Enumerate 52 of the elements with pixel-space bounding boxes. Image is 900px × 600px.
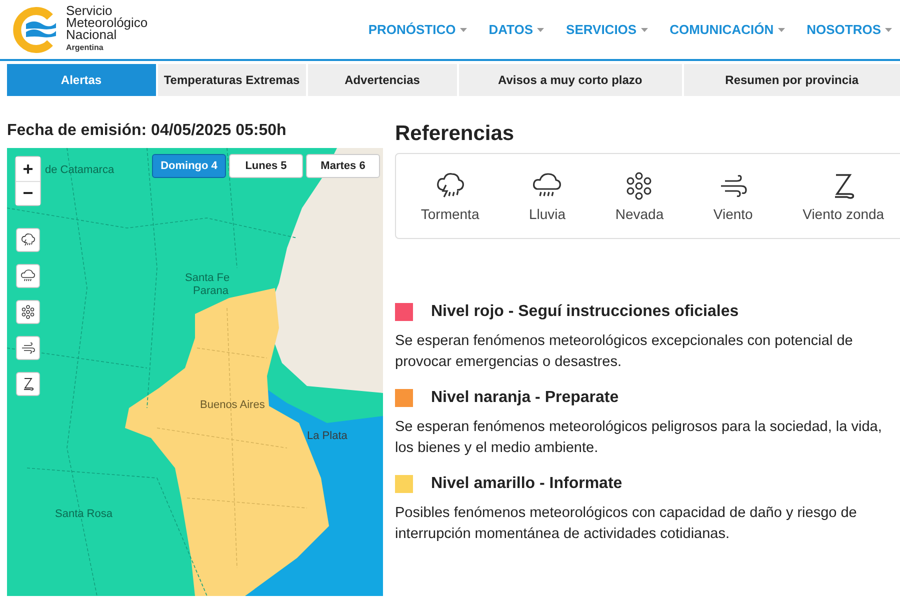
level-description: Se esperan fenómenos meteorológicos peligrosos para la sociedad, la vida, los bienes y el medio ambiente. <box>395 418 883 458</box>
nav-menu-item[interactable]: SERVICIOS <box>566 22 648 37</box>
nav-menu-item[interactable]: DATOS <box>488 22 544 37</box>
level-description: Se esperan fenómenos meteorológicos excepcionales con potencial de provocar emergencias o desastres. <box>395 332 854 372</box>
logo-icon <box>12 6 58 52</box>
level-description: Posibles fenómenos meteorológicos con capacidad de daño y riesgo de interrupción momentánea de actividades cotidianas. <box>395 504 858 544</box>
nav-menu-item[interactable]: NOSOTROS <box>806 22 892 37</box>
map-place-label: La Plata <box>307 430 348 442</box>
layer-button[interactable] <box>16 264 40 288</box>
storm-icon <box>20 232 36 248</box>
caret-icon <box>885 28 892 32</box>
snowflake-icon <box>20 304 36 320</box>
tab[interactable]: Alertas <box>7 64 156 96</box>
reference-label: Viento zonda <box>802 206 884 222</box>
tab[interactable]: Advertencias <box>308 64 456 96</box>
caret-icon <box>537 28 544 32</box>
nav-menu-item[interactable]: COMUNICACIÓN <box>670 22 785 37</box>
emission-date: Fecha de emisión: 04/05/2025 05:50h <box>7 122 288 141</box>
level-title: Nivel rojo - Seguí instrucciones oficiales <box>431 303 739 321</box>
map-place-label: Parana <box>193 285 228 297</box>
logo-country: Argentina <box>66 42 104 54</box>
caret-icon <box>778 28 785 32</box>
reference-label: Tormenta <box>420 206 480 222</box>
map-place-label: Santa Fe <box>185 272 230 284</box>
reference-label: Viento <box>713 206 753 222</box>
layer-button[interactable] <box>16 228 40 252</box>
level-title: Nivel naranja - Preparate <box>431 389 619 407</box>
logo-text: Meteorológico <box>66 17 148 29</box>
tab[interactable]: Temperaturas Extremas <box>158 64 306 96</box>
map-place-label: Buenos Aires <box>200 399 265 411</box>
tab[interactable]: Resumen por provincia <box>684 64 900 96</box>
day-tab[interactable]: Lunes 5 <box>229 154 303 178</box>
map-place-label: Santa Rosa <box>55 508 112 520</box>
nav-menu-item[interactable]: PRONÓSTICO <box>368 22 467 37</box>
caret-icon <box>460 28 467 32</box>
layer-button[interactable] <box>16 372 40 396</box>
reference-label: Nevada <box>615 206 664 222</box>
layer-button[interactable] <box>16 300 40 324</box>
logo-text: Servicio <box>66 5 112 17</box>
map-place-label: de Catamarca <box>45 164 114 176</box>
tab[interactable]: Avisos a muy corto plazo <box>458 64 682 96</box>
day-tab[interactable]: Domingo 4 <box>152 154 226 178</box>
caret-icon <box>640 28 648 32</box>
logo-text: Nacional <box>66 29 117 41</box>
reference-label: Lluvia <box>529 206 566 222</box>
zoom-button[interactable]: − <box>16 181 40 205</box>
wind-icon <box>20 340 36 356</box>
level-title: Nivel amarillo - Informate <box>431 475 622 493</box>
day-tab[interactable]: Martes 6 <box>306 154 380 178</box>
rain-cloud-icon <box>20 268 36 284</box>
layer-button[interactable] <box>16 336 40 360</box>
section-title: Referencias <box>395 122 516 147</box>
